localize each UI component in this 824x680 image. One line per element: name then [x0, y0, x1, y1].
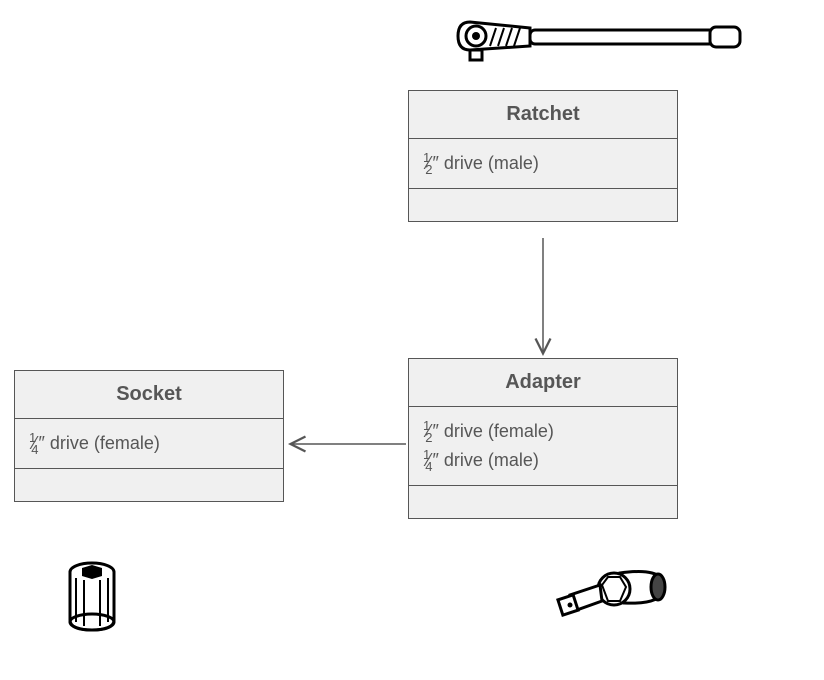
adapter-tool-icon	[552, 555, 672, 630]
class-adapter-methods	[409, 486, 677, 518]
class-adapter: Adapter 1⁄2″ drive (female) 1⁄4″ drive (…	[408, 358, 678, 519]
class-ratchet-methods	[409, 189, 677, 221]
class-adapter-attrs: 1⁄2″ drive (female) 1⁄4″ drive (male)	[409, 407, 677, 486]
class-ratchet-title: Ratchet	[409, 91, 677, 139]
socket-attr-1: 1⁄4″ drive (female)	[29, 429, 269, 458]
class-adapter-title: Adapter	[409, 359, 677, 407]
class-socket: Socket 1⁄4″ drive (female)	[14, 370, 284, 502]
ratchet-tool-icon	[450, 8, 750, 81]
class-socket-attrs: 1⁄4″ drive (female)	[15, 419, 283, 469]
class-ratchet: Ratchet 1⁄2″ drive (male)	[408, 90, 678, 222]
socket-tool-icon	[62, 560, 122, 643]
class-socket-title: Socket	[15, 371, 283, 419]
diagram-canvas: Ratchet 1⁄2″ drive (male) Adapter 1⁄2″ d…	[0, 0, 824, 680]
adapter-attr-1: 1⁄2″ drive (female)	[423, 417, 663, 446]
adapter-attr-2: 1⁄4″ drive (male)	[423, 446, 663, 475]
class-ratchet-attrs: 1⁄2″ drive (male)	[409, 139, 677, 189]
class-socket-methods	[15, 469, 283, 501]
ratchet-attr-1: 1⁄2″ drive (male)	[423, 149, 663, 178]
